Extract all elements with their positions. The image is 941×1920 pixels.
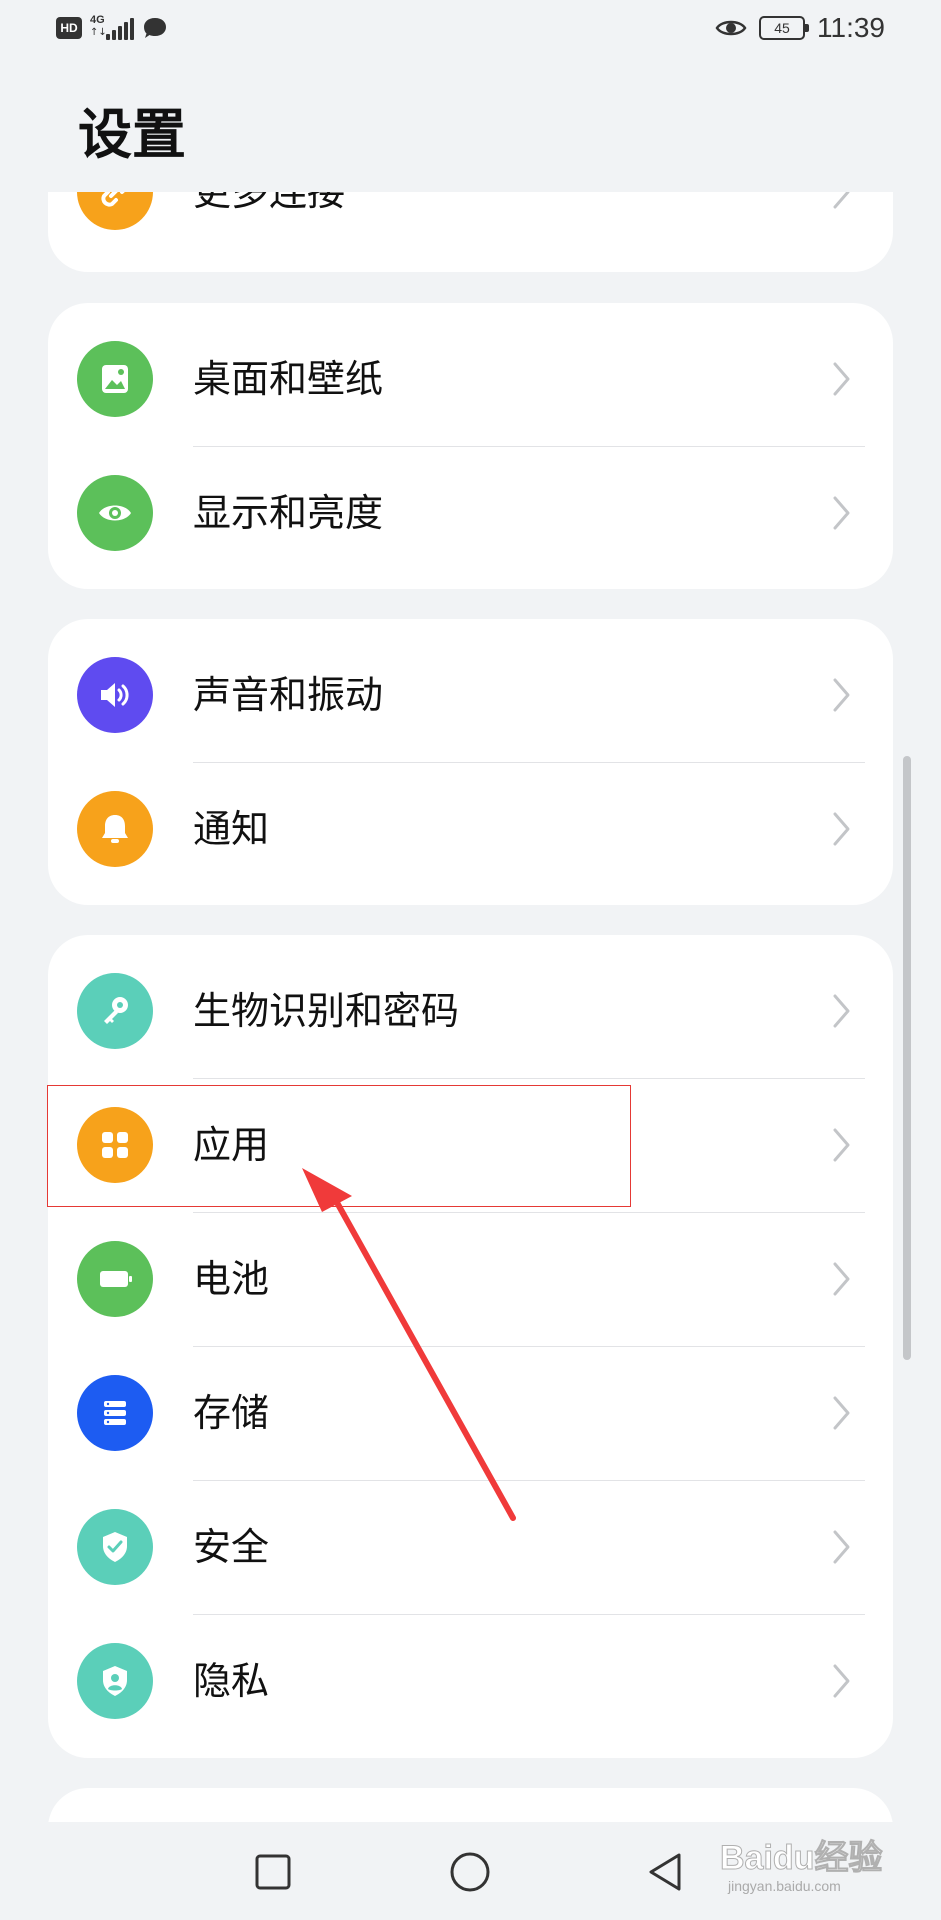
settings-item-battery[interactable]: 电池	[48, 1212, 893, 1346]
battery-icon	[77, 1241, 153, 1317]
status-time: 11:39	[817, 12, 885, 43]
settings-group-next	[48, 1788, 893, 1822]
message-icon	[144, 18, 166, 38]
settings-screen: HD 4G ↑↓ 45 11:39 设置 更多连接 桌面和壁纸 显示和亮度 声音…	[0, 0, 941, 1920]
chevron-right-icon	[833, 496, 850, 530]
chevron-right-icon	[833, 192, 850, 209]
settings-item-label: 声音和振动	[193, 673, 384, 717]
settings-group-system: 生物识别和密码 应用 电池 存储 安全 隐私	[48, 935, 893, 1758]
settings-item-notifications[interactable]: 通知	[48, 762, 893, 896]
back-button[interactable]	[625, 1832, 705, 1912]
back-icon	[649, 1853, 681, 1891]
settings-group-sound: 声音和振动 通知	[48, 619, 893, 905]
settings-item-security[interactable]: 安全	[48, 1480, 893, 1614]
chevron-right-icon	[833, 1664, 850, 1698]
chevron-right-icon	[833, 362, 850, 396]
settings-item-label: 隐私	[193, 1659, 270, 1703]
chevron-right-icon	[833, 1262, 850, 1296]
settings-item-privacy[interactable]: 隐私	[48, 1614, 893, 1748]
signal-bars	[106, 18, 134, 40]
eye-icon	[77, 475, 153, 551]
scrollbar[interactable]	[903, 756, 911, 1360]
settings-group-display: 桌面和壁纸 显示和亮度	[48, 303, 893, 589]
signal-icon: 4G ↑↓	[90, 14, 134, 42]
key-icon	[77, 973, 153, 1049]
settings-item-label: 存储	[193, 1391, 270, 1435]
privacy-icon	[77, 1643, 153, 1719]
annotation-highlight-box	[47, 1085, 631, 1207]
home-button[interactable]	[430, 1832, 510, 1912]
chevron-right-icon	[833, 1396, 850, 1430]
settings-item-more-connections[interactable]: 更多连接	[48, 192, 893, 259]
chevron-right-icon	[833, 1128, 850, 1162]
battery-indicator: 45	[759, 16, 809, 40]
settings-item-display-brightness[interactable]: 显示和亮度	[48, 446, 893, 580]
shield-icon	[77, 1509, 153, 1585]
recent-apps-button[interactable]	[233, 1832, 313, 1912]
status-right: 45 11:39	[715, 12, 885, 44]
home-icon	[450, 1852, 490, 1892]
settings-item-label: 更多连接	[193, 192, 346, 214]
settings-item-label: 显示和亮度	[193, 491, 384, 535]
eye-comfort-icon	[715, 20, 747, 36]
watermark: Baidu经验 jingyan.baidu.com	[719, 1818, 920, 1908]
settings-item-label: 生物识别和密码	[193, 989, 460, 1033]
status-bar: HD 4G ↑↓ 45 11:39	[0, 0, 941, 62]
recent-apps-icon	[255, 1854, 291, 1890]
settings-item-label: 通知	[193, 807, 270, 851]
settings-group-connectivity: 更多连接	[48, 192, 893, 272]
bell-icon	[77, 791, 153, 867]
settings-list[interactable]: 更多连接 桌面和壁纸 显示和亮度 声音和振动 通知 生物识别和密码 应用 电池 …	[0, 192, 941, 1822]
chevron-right-icon	[833, 812, 850, 846]
page-title: 设置	[78, 103, 186, 166]
hd-badge: HD	[56, 17, 82, 39]
settings-item-sound-vibration[interactable]: 声音和振动	[48, 628, 893, 762]
watermark-url: jingyan.baidu.com	[728, 1878, 841, 1894]
watermark-logo: Baidu经验	[719, 1839, 883, 1878]
battery-level: 45	[774, 20, 790, 36]
chevron-right-icon	[833, 678, 850, 712]
settings-item-biometrics-password[interactable]: 生物识别和密码	[48, 944, 893, 1078]
chevron-right-icon	[833, 1530, 850, 1564]
settings-item-wallpaper[interactable]: 桌面和壁纸	[48, 312, 893, 446]
link-icon	[77, 192, 153, 230]
settings-item-label: 电池	[193, 1257, 270, 1301]
settings-item-label: 桌面和壁纸	[193, 357, 384, 401]
status-left: HD 4G ↑↓	[56, 14, 168, 42]
network-type: 4G	[90, 14, 105, 26]
settings-item-label: 安全	[193, 1525, 270, 1569]
settings-item-storage[interactable]: 存储	[48, 1346, 893, 1480]
storage-icon	[77, 1375, 153, 1451]
chevron-right-icon	[833, 994, 850, 1028]
wallpaper-icon	[77, 341, 153, 417]
network-activity: ↑↓	[90, 27, 107, 38]
speaker-icon	[77, 657, 153, 733]
